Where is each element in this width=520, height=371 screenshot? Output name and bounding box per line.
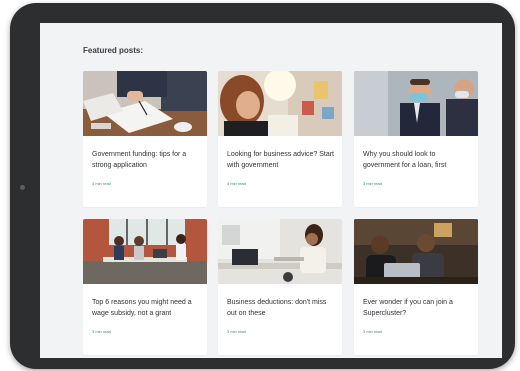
tablet-frame: Featured posts: Government funding: tips xyxy=(10,3,515,369)
post-title: Ever wonder if you can join a Superclust… xyxy=(363,299,453,317)
featured-posts-heading: Featured posts: xyxy=(83,46,144,55)
post-read-time: 3 min read xyxy=(92,329,111,334)
post-title: Government funding: tips for a strong ap… xyxy=(92,151,187,169)
tablet-screen: Featured posts: Government funding: tips xyxy=(40,23,502,358)
post-card[interactable]: Top 6 reasons you might need a wage subs… xyxy=(83,219,207,355)
post-title: Business deductions: don't miss out on t… xyxy=(227,299,327,317)
post-card[interactable]: Business deductions: don't miss out on t… xyxy=(218,219,342,355)
laptop-colleagues-photo xyxy=(354,219,478,284)
post-card[interactable]: Ever wonder if you can join a Superclust… xyxy=(354,219,478,355)
meeting-advice-photo xyxy=(218,71,342,136)
post-read-time: 3 min read xyxy=(363,181,382,186)
camera-dot xyxy=(20,185,25,190)
masked-businessmen-photo xyxy=(354,71,478,136)
desk-worker-photo xyxy=(218,219,342,284)
post-card[interactable]: Government funding: tips for a strong ap… xyxy=(83,71,207,207)
post-card[interactable]: Looking for business advice? Start with … xyxy=(218,71,342,207)
post-read-time: 3 min read xyxy=(227,329,246,334)
post-card[interactable]: Why you should look to government for a … xyxy=(354,71,478,207)
post-read-time: 4 min read xyxy=(227,181,246,186)
signing-documents-photo xyxy=(83,71,207,136)
post-read-time: 4 min read xyxy=(92,181,111,186)
post-read-time: 3 min read xyxy=(363,329,382,334)
post-title: Top 6 reasons you might need a wage subs… xyxy=(92,299,192,317)
post-title: Looking for business advice? Start with … xyxy=(227,151,335,169)
post-title: Why you should look to government for a … xyxy=(363,151,447,169)
office-team-photo xyxy=(83,219,207,284)
